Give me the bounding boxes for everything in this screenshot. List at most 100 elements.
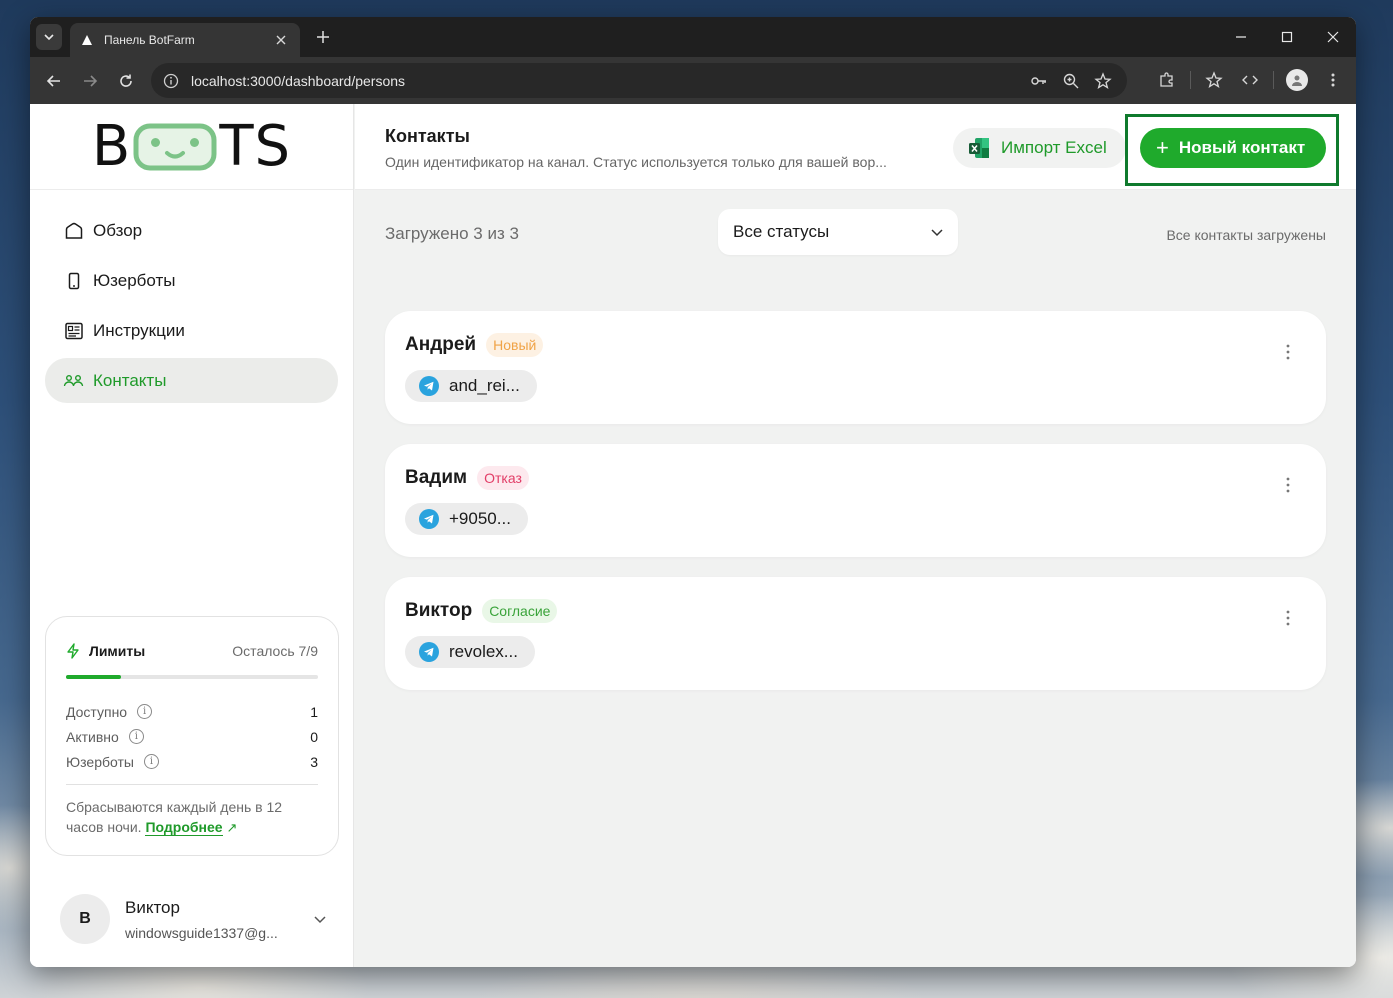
app-root: B TS Обзор Юзерботы Инструкции Контакты … [30,104,1356,967]
loaded-count: Загружено 3 из 3 [385,224,519,243]
reload-icon[interactable] [108,63,144,99]
filter-bar: Загружено 3 из 3 Все статусы Все контакт… [355,190,1356,280]
status-badge: Новый [486,333,544,357]
sidebar-item-overview[interactable]: Обзор [45,208,338,253]
page-header: Контакты Один идентификатор на канал. Ст… [355,104,1356,190]
bookmark-star-icon[interactable] [1089,67,1117,95]
chevron-down-icon [44,34,54,41]
people-icon [63,370,85,392]
limits-divider [66,784,318,785]
page-title: Контакты [385,126,470,146]
back-arrow-icon[interactable] [36,63,72,99]
user-name: Виктор [125,897,180,917]
channel-chip[interactable]: and_rei... [405,370,537,402]
contact-name: Виктор [405,600,473,621]
channel-chip[interactable]: +9050... [405,503,528,535]
limits-title: Лимиты [89,643,146,659]
maximize-icon[interactable] [1264,17,1310,57]
external-arrow-icon: ↗ [226,820,238,835]
triangle-favicon-icon [80,33,94,47]
address-bar-actions [1025,67,1117,95]
new-tab-icon[interactable] [312,26,334,48]
info-icon[interactable]: i [143,754,159,769]
more-vertical-icon[interactable] [1278,341,1298,363]
limits-row-userbots: Юзерботы i 3 [66,749,318,774]
browser-tab-active[interactable]: Панель BotFarm [70,23,300,57]
sidebar-item-label: Обзор [93,220,143,240]
devtools-code-icon[interactable] [1233,63,1267,97]
channel-handle: +9050... [449,509,511,528]
limits-more-link[interactable]: Подробнее [145,819,223,836]
channel-handle: revolex... [449,642,518,661]
sidebar-item-contacts[interactable]: Контакты [45,358,338,403]
limits-progress-bar [66,675,318,679]
contacts-list: Андрей Новый and_rei... Вадим Отказ +905… [385,311,1326,710]
contact-name: Вадим [405,467,468,488]
new-contact-button[interactable]: + Новый контакт [1140,128,1326,168]
logo-letter-left: B [91,114,132,179]
sidebar-item-label: Инструкции [93,320,185,340]
site-info-icon[interactable] [161,71,181,91]
info-icon[interactable]: i [137,704,153,719]
telegram-icon [419,376,439,396]
sidebar-nav: Обзор Юзерботы Инструкции Контакты [30,190,353,403]
home-icon [63,220,85,242]
plus-icon: + [1156,135,1169,160]
user-menu[interactable]: В Виктор windowsguide1337@g... [60,892,330,946]
status-filter-value: Все статусы [733,222,830,241]
lightning-icon [66,643,80,659]
minimize-icon[interactable] [1218,17,1264,57]
telegram-icon [419,509,439,529]
document-icon [63,320,85,342]
channel-handle: and_rei... [449,376,520,395]
excel-icon [967,136,991,160]
browser-toolbar: localhost:3000/dashboard/persons [30,57,1356,104]
contact-name: Андрей [405,334,477,355]
user-email: windowsguide1337@g... [125,924,278,941]
url-text[interactable]: localhost:3000/dashboard/persons [191,73,1025,89]
address-bar[interactable]: localhost:3000/dashboard/persons [151,63,1127,98]
contact-card[interactable]: Виктор Согласие revolex... [385,577,1326,690]
more-vertical-icon[interactable] [1278,474,1298,496]
toolbar-separator [1190,71,1191,89]
limits-row-active: Активно i 0 [66,724,318,749]
status-badge: Согласие [482,599,558,623]
limits-row-label: Доступно [66,703,128,720]
close-window-icon[interactable] [1310,17,1356,57]
telegram-icon [419,642,439,662]
logo[interactable]: B TS [30,104,353,190]
contact-card[interactable]: Вадим Отказ +9050... [385,444,1326,557]
sidebar-item-instructions[interactable]: Инструкции [45,308,338,353]
profile-avatar-icon[interactable] [1280,63,1314,97]
chevron-down-icon [931,229,943,237]
limits-row-value: 3 [310,753,318,770]
sidebar-item-label: Контакты [93,370,167,390]
limits-header: Лимиты Осталось 7/9 [66,643,318,659]
limits-note: Сбрасываются каждый день в 12 часов ночи… [66,797,318,838]
more-vertical-icon[interactable] [1278,607,1298,629]
tab-close-icon[interactable] [272,31,290,49]
chevron-down-icon[interactable] [310,909,330,929]
window-controls [1218,17,1356,57]
avatar: В [60,894,110,944]
import-excel-button[interactable]: Импорт Excel [953,128,1126,168]
favorites-icon[interactable] [1197,63,1231,97]
browser-window: Панель BotFarm localhost:3000/dashboard/… [30,17,1356,967]
limits-rows: Доступно i 1 Активно i 0 Юзерботы i 3 [66,699,318,774]
forward-arrow-icon[interactable] [72,63,108,99]
sidebar: B TS Обзор Юзерботы Инструкции Контакты … [30,104,354,967]
info-icon[interactable]: i [128,729,144,744]
extensions-puzzle-icon[interactable] [1150,63,1184,97]
limits-row-available: Доступно i 1 [66,699,318,724]
channel-chip[interactable]: revolex... [405,636,535,668]
main-content: Контакты Один идентификатор на канал. Ст… [355,104,1356,967]
tab-search-button[interactable] [36,24,62,50]
zoom-icon[interactable] [1057,67,1085,95]
browser-menu-icon[interactable] [1316,63,1350,97]
contact-card[interactable]: Андрей Новый and_rei... [385,311,1326,424]
status-filter-select[interactable]: Все статусы [718,209,958,255]
sidebar-item-userbots[interactable]: Юзерботы [45,258,338,303]
password-key-icon[interactable] [1025,67,1053,95]
toolbar-separator [1273,71,1274,89]
robot-face-logo-icon [133,123,217,170]
